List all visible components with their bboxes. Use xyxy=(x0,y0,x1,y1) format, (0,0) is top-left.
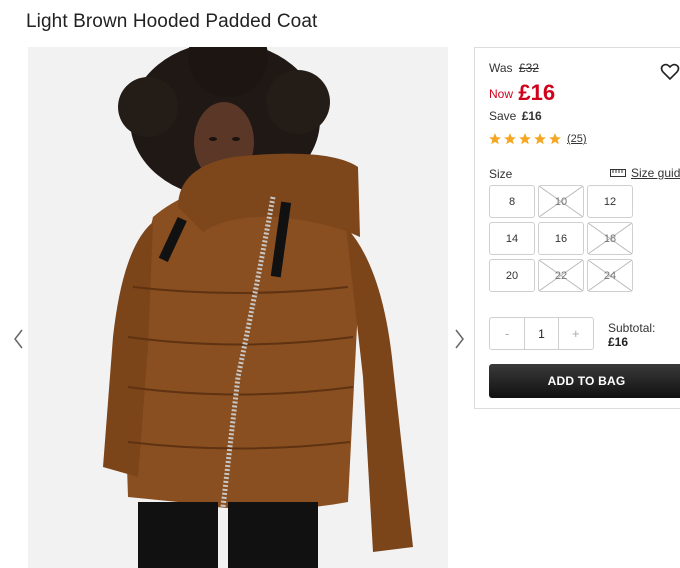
quantity-input[interactable]: 1 xyxy=(524,318,559,349)
size-option-14[interactable]: 14 xyxy=(489,222,535,255)
star-icon xyxy=(504,133,516,145)
size-option-label: 12 xyxy=(603,195,617,208)
size-guide-link[interactable]: Size guide xyxy=(610,166,680,180)
chevron-left-icon xyxy=(14,329,23,349)
add-to-bag-button[interactable]: ADD TO BAG xyxy=(489,364,680,398)
size-option-label: 18 xyxy=(603,232,617,245)
product-title: Light Brown Hooded Padded Coat xyxy=(26,11,318,32)
size-option-20[interactable]: 20 xyxy=(489,259,535,292)
was-price-row: Was £32 xyxy=(489,61,539,75)
now-label: Now xyxy=(489,87,514,101)
model-photo xyxy=(28,47,448,568)
size-label: Size xyxy=(489,167,513,181)
size-option-label: 20 xyxy=(505,269,519,282)
gallery-prev-button[interactable] xyxy=(10,326,28,352)
star-icon xyxy=(549,133,561,145)
size-option-label: 16 xyxy=(554,232,568,245)
chevron-right-icon xyxy=(455,329,464,349)
purchase-panel: Was £32 Now £16 Save £16 (25) Size Size … xyxy=(474,47,680,409)
product-image[interactable] xyxy=(28,47,448,568)
was-price: £32 xyxy=(518,61,539,75)
subtotal-label: Subtotal: xyxy=(608,321,656,335)
size-guide-label: Size guide xyxy=(631,166,680,180)
now-price-row: Now £16 xyxy=(489,80,555,106)
size-option-22[interactable]: 22 xyxy=(538,259,584,292)
quantity-increase-button[interactable]: + xyxy=(559,318,593,349)
ruler-icon xyxy=(610,169,626,177)
gallery-next-button[interactable] xyxy=(450,326,468,352)
star-icon xyxy=(519,133,531,145)
star-icon xyxy=(489,133,501,145)
save-label: Save xyxy=(489,109,517,123)
size-option-label: 8 xyxy=(508,195,516,208)
rating-stars: (25) xyxy=(488,132,587,146)
save-amount: £16 xyxy=(521,109,542,123)
size-option-label: 10 xyxy=(554,195,568,208)
was-label: Was xyxy=(489,61,513,75)
size-option-18[interactable]: 18 xyxy=(587,222,633,255)
size-option-12[interactable]: 12 xyxy=(587,185,633,218)
size-option-8[interactable]: 8 xyxy=(489,185,535,218)
reviews-link[interactable]: (25) xyxy=(567,133,587,145)
quantity-stepper: - 1 + xyxy=(489,317,594,350)
size-option-10[interactable]: 10 xyxy=(538,185,584,218)
star-icon xyxy=(534,133,546,145)
size-option-24[interactable]: 24 xyxy=(587,259,633,292)
size-option-16[interactable]: 16 xyxy=(538,222,584,255)
heart-icon xyxy=(660,63,680,81)
size-option-label: 22 xyxy=(554,269,568,282)
wishlist-button[interactable] xyxy=(660,62,680,82)
now-price: £16 xyxy=(518,80,556,105)
quantity-decrease-button[interactable]: - xyxy=(490,318,524,349)
subtotal-value: £16 xyxy=(608,335,629,349)
size-option-label: 24 xyxy=(603,269,617,282)
save-row: Save £16 xyxy=(489,109,542,123)
size-option-label: 14 xyxy=(505,232,519,245)
